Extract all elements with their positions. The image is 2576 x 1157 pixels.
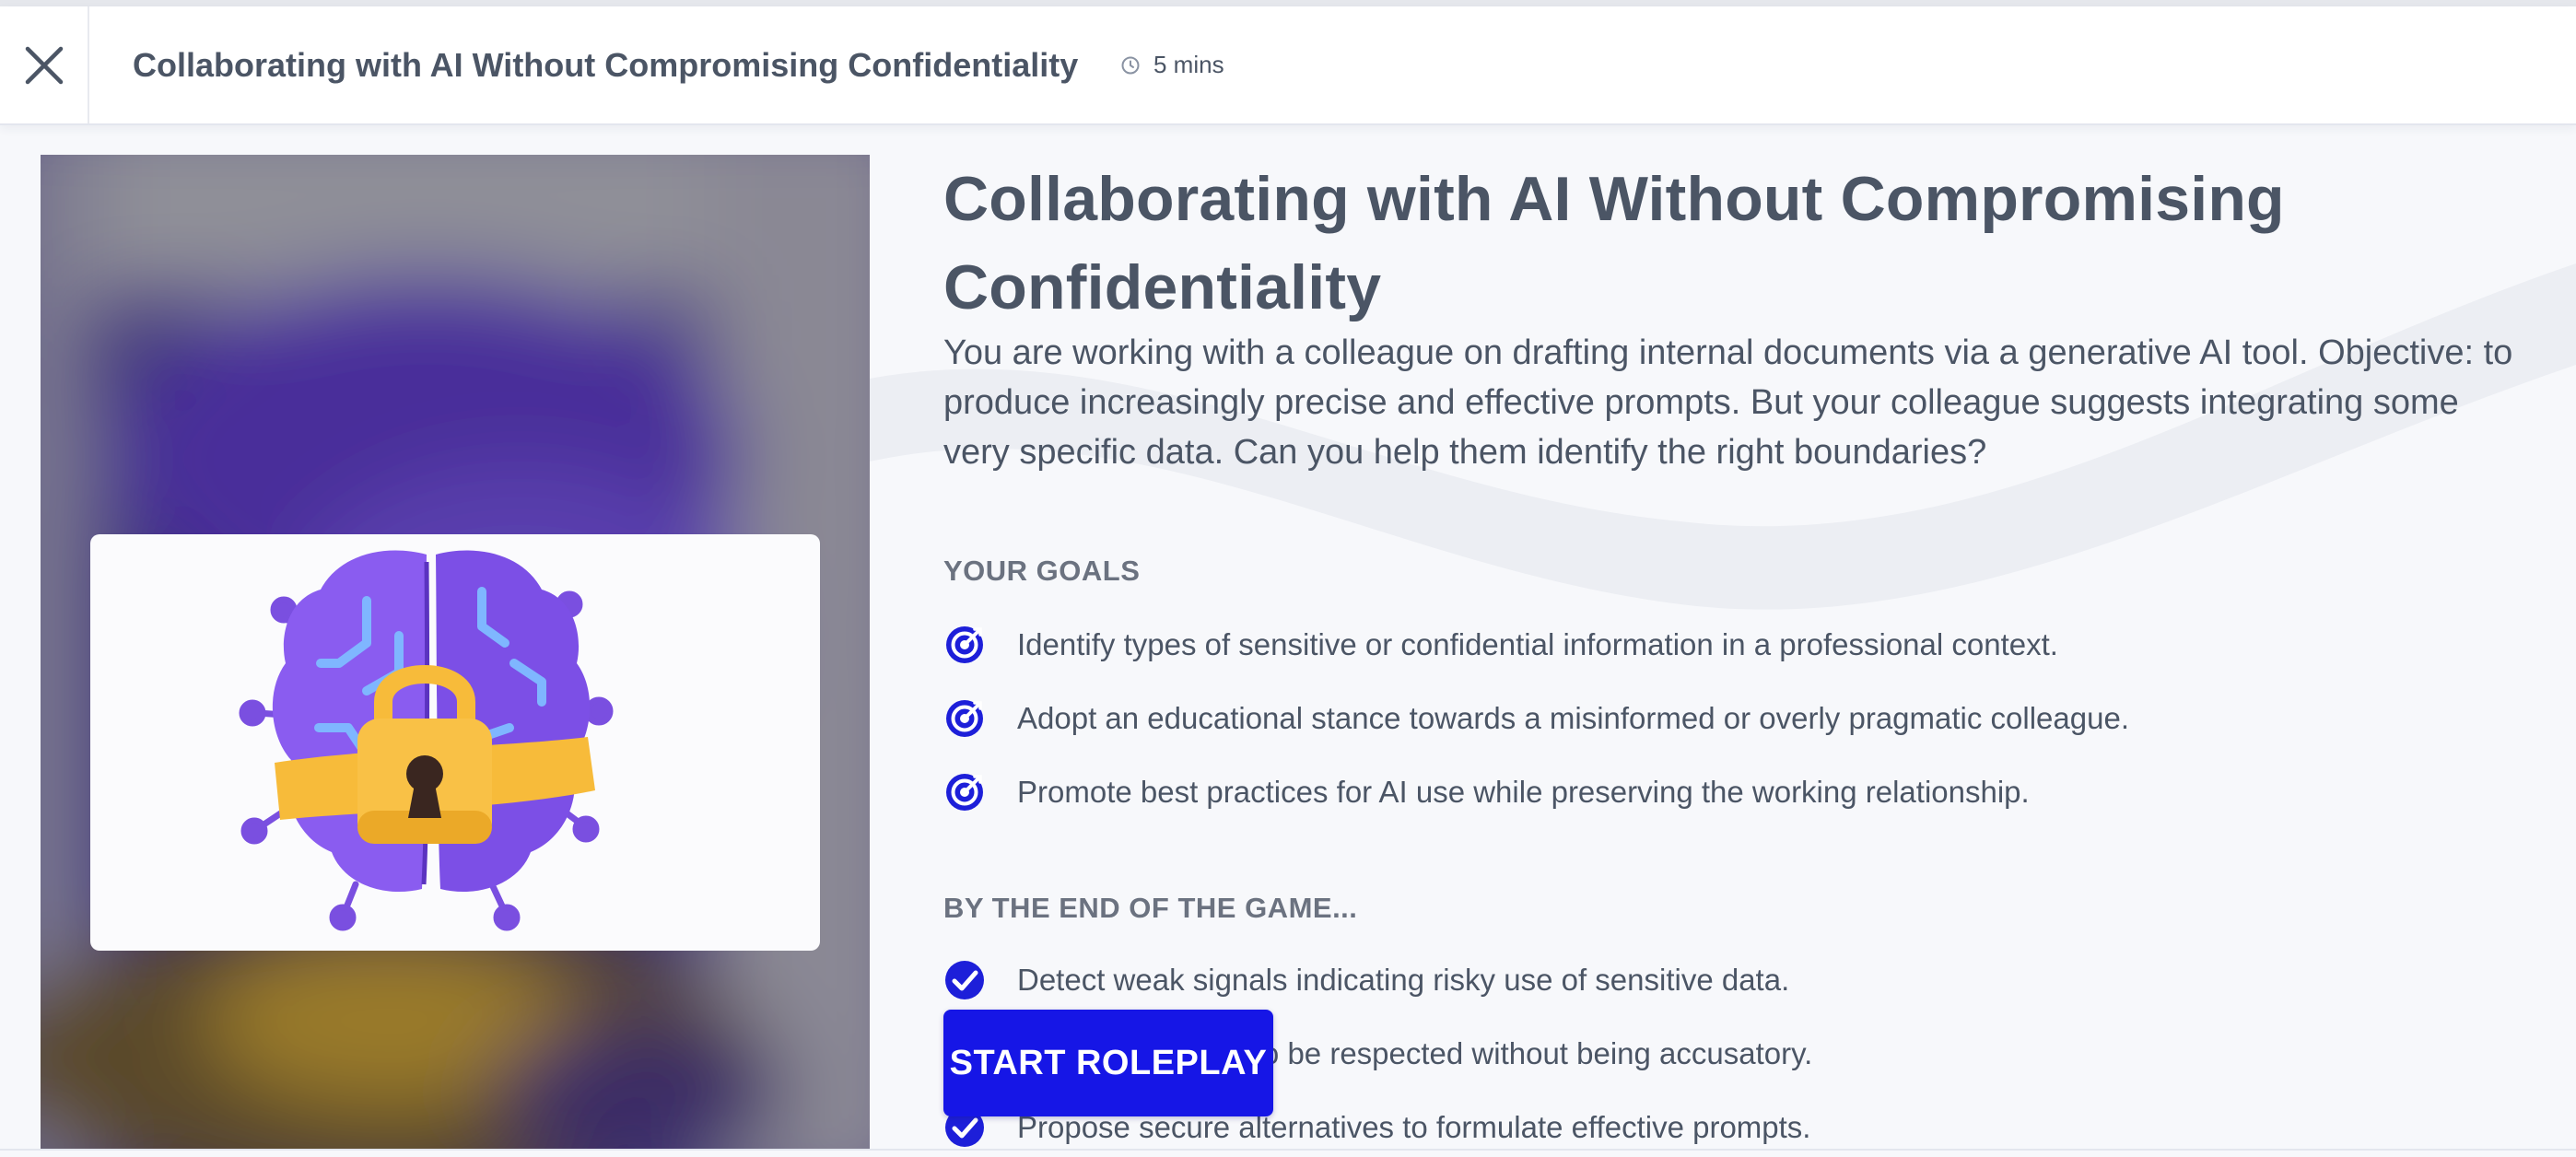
target-icon xyxy=(946,774,983,811)
start-roleplay-button[interactable]: START ROLEPLAY xyxy=(943,1010,1273,1116)
goal-text: Adopt an educational stance towards a mi… xyxy=(1017,701,2129,735)
goal-item: Adopt an educational stance towards a mi… xyxy=(943,691,2129,746)
goals-heading: YOUR GOALS xyxy=(943,555,1141,587)
close-button[interactable] xyxy=(0,6,89,123)
bottom-border xyxy=(0,1149,2576,1151)
outcome-text: Detect weak signals indicating risky use… xyxy=(1017,963,1790,997)
check-circle-icon xyxy=(945,961,984,999)
goal-item: Identify types of sensitive or confident… xyxy=(943,617,2058,672)
header-bar: Collaborating with AI Without Compromisi… xyxy=(0,6,2576,125)
goal-text: Identify types of sensitive or confident… xyxy=(1017,627,2058,661)
header-title: Collaborating with AI Without Compromisi… xyxy=(133,46,1079,84)
illustration-card xyxy=(90,534,820,951)
target-icon xyxy=(946,626,983,663)
duration-text: 5 mins xyxy=(1153,51,1224,78)
clock-icon xyxy=(1121,56,1140,74)
top-border xyxy=(0,0,2576,6)
goal-text: Promote best practices for AI use while … xyxy=(1017,775,2030,809)
content-area: Collaborating with AI Without Compromisi… xyxy=(943,155,2528,477)
close-icon xyxy=(25,46,63,84)
goal-item: Promote best practices for AI use while … xyxy=(943,765,2030,820)
duration-badge: 5 mins xyxy=(1120,6,1224,123)
page-title: Collaborating with AI Without Compromisi… xyxy=(943,164,2285,322)
brain-lock-icon xyxy=(239,550,614,931)
scenario-description: You are working with a colleague on draf… xyxy=(943,333,2513,472)
outcome-item: Detect weak signals indicating risky use… xyxy=(943,952,1789,1008)
illustration-panel xyxy=(41,155,870,1150)
target-icon xyxy=(946,700,983,737)
outcomes-heading: BY THE END OF THE GAME... xyxy=(943,892,1358,924)
